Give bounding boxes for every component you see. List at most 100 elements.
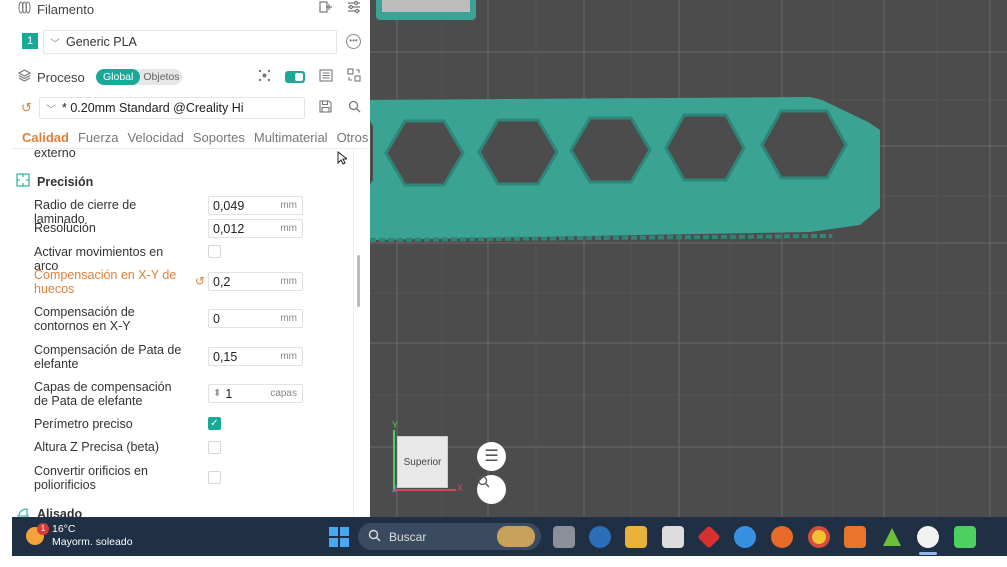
- save-icon[interactable]: [319, 100, 332, 116]
- polyholes-checkbox[interactable]: [208, 471, 221, 484]
- setting-input-elephant-foot[interactable]: 0,15 mm: [208, 347, 303, 366]
- list-icon[interactable]: [319, 68, 333, 85]
- filament-header: Filamento: [12, 0, 369, 18]
- filament-dropdown[interactable]: ﹀ Generic PLA: [43, 30, 337, 54]
- search-icon: [368, 529, 381, 545]
- setting-input-xy-contour-compensation[interactable]: 0 mm: [208, 309, 303, 328]
- search-placeholder: Buscar: [389, 529, 427, 544]
- menu-button[interactable]: ☰: [477, 442, 506, 471]
- app-diamond-icon[interactable]: [697, 525, 721, 549]
- axis-x-label: X: [457, 483, 464, 493]
- axis-z-label: Z: [392, 484, 398, 494]
- setting-value: 1: [225, 386, 233, 401]
- green-app-icon[interactable]: [954, 526, 976, 548]
- task-view-icon[interactable]: [553, 526, 575, 548]
- mouse-cursor-icon: [337, 151, 347, 165]
- chevron-down-icon: ﹀: [50, 38, 60, 50]
- weather-widget[interactable]: 1 16°C Mayorm. soleado: [26, 523, 133, 549]
- setting-unit: mm: [280, 351, 297, 362]
- store-icon[interactable]: [662, 526, 684, 548]
- settings-tabs: Calidad Fuerza Velocidad Soportes Multim…: [12, 127, 369, 149]
- settings-list: externo Precisión Radio de cierre de lam…: [12, 149, 357, 517]
- windows-start-icon[interactable]: [328, 526, 350, 548]
- toggle-global[interactable]: Global: [96, 69, 141, 85]
- weather-sun-icon: 1: [26, 523, 49, 545]
- tab-calidad[interactable]: Calidad: [22, 130, 69, 145]
- add-filament-icon[interactable]: [319, 0, 333, 17]
- search-highlight-image: [497, 526, 535, 547]
- viewport-scene[interactable]: [370, 0, 1007, 517]
- setting-value: 0,2: [213, 274, 231, 289]
- fusion-icon[interactable]: [844, 526, 866, 548]
- tab-multimaterial[interactable]: Multimaterial: [254, 130, 328, 145]
- process-preset-dropdown[interactable]: ﹀ * 0.20mm Standard @Creality Hi: [39, 97, 305, 119]
- arc-fitting-checkbox[interactable]: [208, 245, 221, 258]
- ironing-icon: [16, 505, 30, 517]
- bottom-strip: [0, 556, 1007, 567]
- process-preset-row: ↺ ﹀ * 0.20mm Standard @Creality Hi: [12, 97, 369, 121]
- setting-input-xy-hole-compensation[interactable]: 0,2 mm: [208, 272, 303, 291]
- toggle-objects[interactable]: Objetos: [140, 71, 179, 83]
- precise-wall-checkbox[interactable]: ✓: [208, 417, 221, 430]
- process-header: Proceso Global Objetos: [12, 66, 369, 88]
- setting-input-elephant-foot-layers[interactable]: ⬍ 1 capas: [208, 384, 303, 403]
- advanced-switch[interactable]: [285, 70, 305, 83]
- precise-z-checkbox[interactable]: [208, 441, 221, 454]
- tab-soportes[interactable]: Soportes: [193, 130, 245, 145]
- setting-label: Altura Z Precisa (beta): [34, 440, 160, 454]
- global-objects-toggle[interactable]: Global Objetos: [96, 69, 182, 85]
- setting-label: Compensación de Pata de elefante: [34, 343, 182, 371]
- setting-unit: capas: [270, 388, 297, 399]
- section-alisado-header[interactable]: Alisado: [16, 505, 82, 517]
- 3d-viewport[interactable]: Superior Y X Z ☰: [370, 0, 1007, 517]
- tab-velocidad[interactable]: Velocidad: [127, 130, 183, 145]
- setting-label: Convertir orificios en poliorificios: [34, 464, 148, 492]
- notification-badge: 1: [37, 523, 49, 535]
- section-alisado-title: Alisado: [37, 506, 83, 518]
- setting-value: 0,15: [213, 349, 238, 364]
- filament-title: Filamento: [37, 1, 95, 17]
- setting-value: 0,049: [213, 198, 245, 213]
- precision-icon: [16, 173, 30, 190]
- zoom-button[interactable]: [477, 475, 506, 504]
- creality-print-icon[interactable]: [917, 526, 939, 548]
- filament-settings-icon[interactable]: [347, 0, 361, 17]
- compare-icon[interactable]: [347, 68, 361, 85]
- setting-label: Compensación en X-Y de huecos: [34, 268, 177, 296]
- setting-input-resolution[interactable]: 0,012 mm: [208, 219, 303, 238]
- firefox-icon[interactable]: [771, 526, 793, 548]
- spinner-icon[interactable]: ⬍: [213, 388, 221, 399]
- partial-setting-label: externo: [34, 149, 76, 160]
- view-cube-label: Superior: [403, 457, 442, 468]
- cura-icon[interactable]: [881, 526, 903, 548]
- reset-value-icon[interactable]: ↺: [195, 274, 205, 288]
- advanced-icon[interactable]: [258, 69, 271, 85]
- file-explorer-icon[interactable]: [625, 526, 647, 548]
- setting-unit: mm: [280, 223, 297, 234]
- view-cube[interactable]: Superior: [397, 436, 448, 488]
- chrome-icon[interactable]: [808, 526, 830, 548]
- weather-temperature: 16°C: [52, 523, 76, 535]
- process-preset-selected: * 0.20mm Standard @Creality Hi: [62, 101, 244, 115]
- chevron-down-icon: ﹀: [46, 104, 56, 116]
- section-precision-header[interactable]: Precisión: [16, 173, 93, 190]
- edge-browser-icon[interactable]: [589, 526, 611, 548]
- settings-scrollbar[interactable]: [357, 255, 360, 307]
- setting-input-slice-closing-radius[interactable]: 0,049 mm: [208, 196, 303, 215]
- reset-preset-icon[interactable]: ↺: [21, 100, 32, 116]
- help-icon[interactable]: [734, 526, 756, 548]
- setting-label: Capas de compensación de Pata de elefant…: [34, 380, 172, 408]
- tab-fuerza[interactable]: Fuerza: [78, 130, 118, 145]
- tab-otros[interactable]: Otros: [337, 130, 369, 145]
- filament-icon: [18, 1, 31, 17]
- axis-y-label: Y: [392, 420, 399, 430]
- setting-value: 0,012: [213, 221, 245, 236]
- search-icon[interactable]: [348, 100, 361, 116]
- more-options-icon[interactable]: •••: [346, 34, 361, 49]
- active-app-indicator: [919, 552, 937, 555]
- taskbar-search[interactable]: Buscar: [358, 523, 541, 550]
- setting-unit: mm: [280, 276, 297, 287]
- setting-label: Resolución: [34, 221, 96, 235]
- setting-value: 0: [213, 311, 220, 326]
- windows-taskbar: 1 16°C Mayorm. soleado Buscar: [12, 517, 1007, 556]
